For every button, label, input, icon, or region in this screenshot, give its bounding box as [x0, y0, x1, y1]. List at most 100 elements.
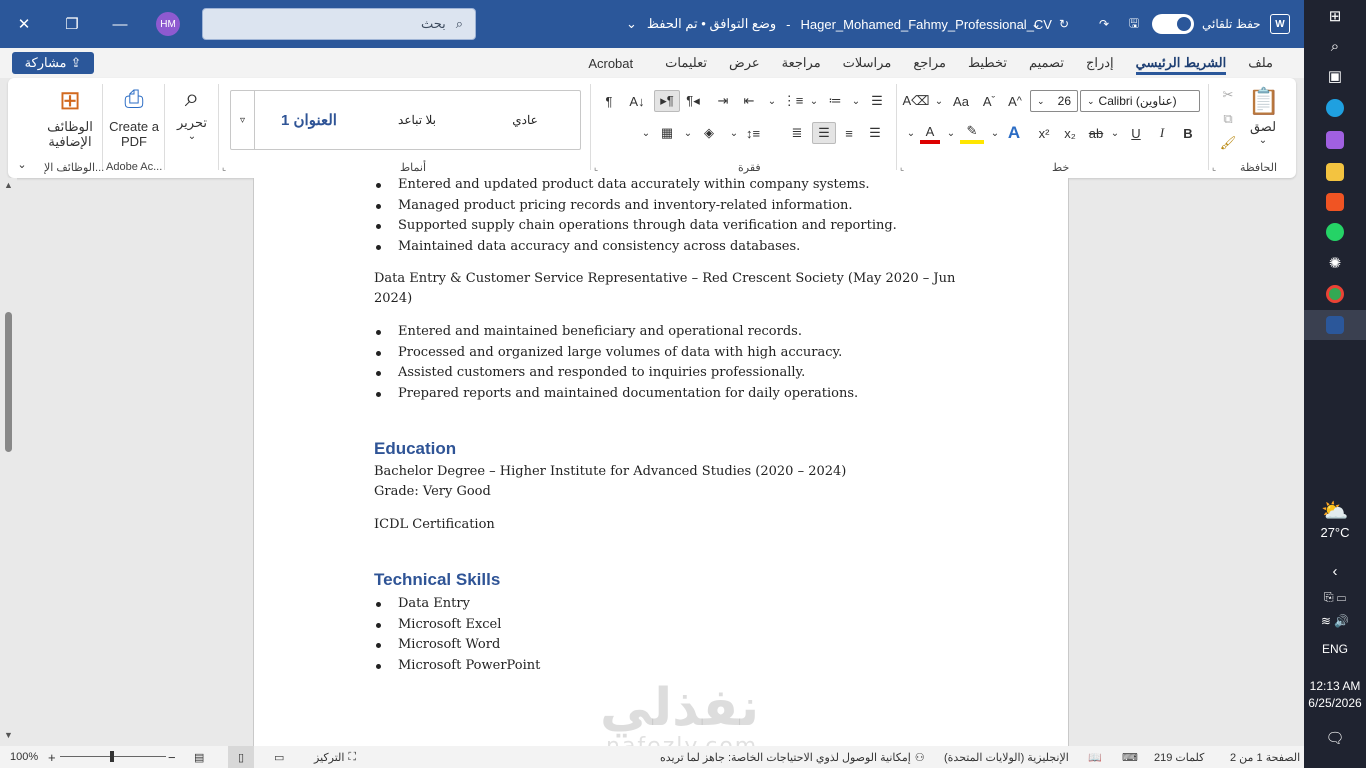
accessibility-status[interactable]: إمكانية الوصول لذوي الاحتياجات الخاصة: ج… — [660, 746, 925, 768]
cut-icon[interactable]: ✂ — [1218, 86, 1238, 104]
weather-temp[interactable]: 27°C — [1304, 524, 1366, 540]
proofing-icon[interactable]: 📖 — [1088, 746, 1102, 768]
chevron-down-icon[interactable]: ⌄ — [932, 90, 946, 112]
styles-more-icon[interactable]: ▿ — [231, 91, 255, 149]
sort-icon[interactable]: A↓ — [626, 90, 648, 112]
chrome-icon[interactable] — [1304, 282, 1366, 306]
zoom-in-icon[interactable]: + — [48, 746, 56, 768]
zoom-slider-thumb[interactable] — [110, 751, 114, 762]
word-taskbar-icon[interactable] — [1304, 310, 1366, 340]
show-formatting-icon[interactable]: ¶ — [598, 90, 620, 112]
find-icon[interactable]: ⌕ — [174, 82, 210, 114]
italic-icon[interactable]: I — [1152, 122, 1172, 144]
chevron-down-icon[interactable]: ⌄ — [988, 122, 1002, 144]
restore-button[interactable]: ❐ — [48, 0, 96, 48]
chevron-down-icon[interactable]: ⌄ — [904, 122, 918, 144]
autosave-toggle[interactable]: حفظ تلقائي — [1152, 0, 1261, 48]
document-title-area[interactable]: ⌄ وضع التوافق • تم الحفظ - Hager_Mohamed… — [626, 0, 1052, 48]
rtl-direction-icon[interactable]: ¶◂ — [682, 90, 704, 112]
highlight-icon[interactable]: ✎ — [960, 122, 984, 144]
chatgpt-icon[interactable]: ✺ — [1304, 251, 1366, 275]
addins-button[interactable]: الوظائف الإضافية — [42, 118, 98, 150]
web-layout-icon[interactable]: ▤ — [194, 746, 204, 768]
increase-indent-icon[interactable]: ⇥ — [712, 90, 734, 112]
editing-button[interactable]: تحرير — [168, 115, 216, 130]
print-layout-icon[interactable]: ▯ — [228, 746, 254, 768]
word-count[interactable]: 219 كلمات — [1154, 746, 1204, 768]
chevron-down-icon[interactable]: ⌄ — [944, 122, 958, 144]
change-case-icon[interactable]: Aa — [950, 90, 972, 112]
zoom-percent[interactable]: 100% — [10, 746, 38, 768]
toggle-switch[interactable] — [1152, 14, 1194, 34]
justify-icon[interactable]: ≣ — [786, 122, 808, 144]
tab-4[interactable]: تخطيط — [957, 48, 1018, 78]
clipboard-icon[interactable]: 📋 — [1246, 84, 1282, 118]
format-painter-icon[interactable]: 🖌 — [1218, 134, 1238, 152]
zoom-out-icon[interactable]: − — [168, 746, 176, 768]
decrease-indent-icon[interactable]: ⇤ — [738, 90, 760, 112]
multilevel-list-icon[interactable]: ⋮≡ — [782, 90, 804, 112]
collapse-ribbon-icon[interactable]: ⌄ — [14, 156, 30, 172]
tab-5[interactable]: مراجع — [902, 48, 957, 78]
tab-8[interactable]: عرض — [718, 48, 771, 78]
chevron-down-icon[interactable]: ⌄ — [850, 90, 862, 112]
network-volume-icons[interactable]: ≋ 🔊 — [1304, 612, 1366, 630]
dialog-launcher-icon[interactable]: ⌞ — [1212, 162, 1216, 173]
undo-icon[interactable]: ↷ — [1092, 0, 1116, 48]
close-button[interactable]: ✕ — [0, 0, 48, 48]
clock-date[interactable]: 6/25/2026 — [1304, 695, 1366, 711]
search-input[interactable]: بحث ⌕ — [202, 8, 476, 40]
file-explorer-icon[interactable] — [1304, 160, 1366, 184]
minimize-button[interactable]: — — [96, 0, 144, 48]
tab-9[interactable]: تعليمات — [654, 48, 718, 78]
brave-icon[interactable] — [1304, 190, 1366, 214]
underline-icon[interactable]: U — [1126, 122, 1146, 144]
chevron-down-icon[interactable]: ⌄ — [1254, 134, 1272, 146]
line-spacing-icon[interactable]: ↕≡ — [742, 122, 764, 144]
style-no-spacing[interactable]: بلا تباعد — [363, 91, 471, 149]
chevron-down-icon[interactable]: ⌄ — [808, 90, 820, 112]
tab-2[interactable]: إدراج — [1075, 48, 1125, 78]
tab-7[interactable]: مراجعة — [771, 48, 832, 78]
tab-1[interactable]: الشريط الرئيسي — [1125, 48, 1238, 78]
scroll-thumb[interactable] — [5, 312, 12, 452]
scroll-down-icon[interactable]: ▼ — [4, 730, 13, 740]
document-page[interactable]: Entered and updated product data accurat… — [253, 177, 1069, 759]
system-tray-icons[interactable]: ⎘ ▭ — [1304, 588, 1366, 606]
font-family-select[interactable]: ⌄ Calibri (عناوين) — [1080, 90, 1200, 112]
chevron-down-icon[interactable]: ⌄ — [640, 122, 652, 144]
page-count[interactable]: الصفحة 1 من 2 — [1230, 746, 1300, 768]
dialog-launcher-icon[interactable]: ⌞ — [900, 162, 904, 173]
font-color-icon[interactable]: A — [920, 122, 940, 144]
bold-icon[interactable]: B — [1178, 122, 1198, 144]
tab-10[interactable]: Acrobat — [577, 48, 644, 78]
align-left-icon[interactable]: ☰ — [812, 122, 836, 144]
chevron-down-icon[interactable]: ⌄ — [1108, 122, 1122, 144]
grow-font-icon[interactable]: A ^ — [1004, 90, 1026, 112]
share-button[interactable]: مشاركة ⇪ — [12, 52, 94, 74]
redo-icon[interactable]: ↻ — [1052, 0, 1076, 48]
numbering-icon[interactable]: ≔ — [824, 90, 846, 112]
task-view-icon[interactable]: ▣ — [1304, 64, 1366, 88]
clock-time[interactable]: 12:13 AM — [1304, 678, 1366, 694]
save-icon[interactable]: 🖫 — [1122, 0, 1146, 48]
tab-6[interactable]: مراسلات — [832, 48, 903, 78]
ltr-direction-icon[interactable]: ▸¶ — [654, 90, 680, 112]
create-pdf-button[interactable]: Create a PDF — [106, 118, 162, 150]
language-status[interactable]: الإنجليزية (الولايات المتحدة) — [944, 746, 1069, 768]
weather-icon[interactable]: ⛅ — [1304, 498, 1366, 524]
dialog-launcher-icon[interactable]: ⌞ — [222, 162, 226, 173]
chevron-down-icon[interactable]: ⌄ — [728, 122, 740, 144]
read-mode-icon[interactable]: ▭ — [274, 746, 284, 768]
font-size-select[interactable]: ⌄ 26 — [1030, 90, 1078, 112]
whatsapp-icon[interactable] — [1304, 220, 1366, 244]
chevron-down-icon[interactable]: ⌄ — [766, 90, 778, 112]
dialog-launcher-icon[interactable]: ⌞ — [594, 162, 598, 173]
copilot-icon[interactable] — [1304, 128, 1366, 152]
align-right-icon[interactable]: ☰ — [864, 122, 886, 144]
text-effects-icon[interactable]: A — [1002, 122, 1026, 144]
customize-qat-icon[interactable]: ⌄ — [1026, 0, 1046, 48]
shrink-font-icon[interactable]: Aˇ — [978, 90, 1000, 112]
focus-button[interactable]: التركيز ⛶ — [314, 746, 356, 768]
bullets-icon[interactable]: ☰ — [866, 90, 888, 112]
